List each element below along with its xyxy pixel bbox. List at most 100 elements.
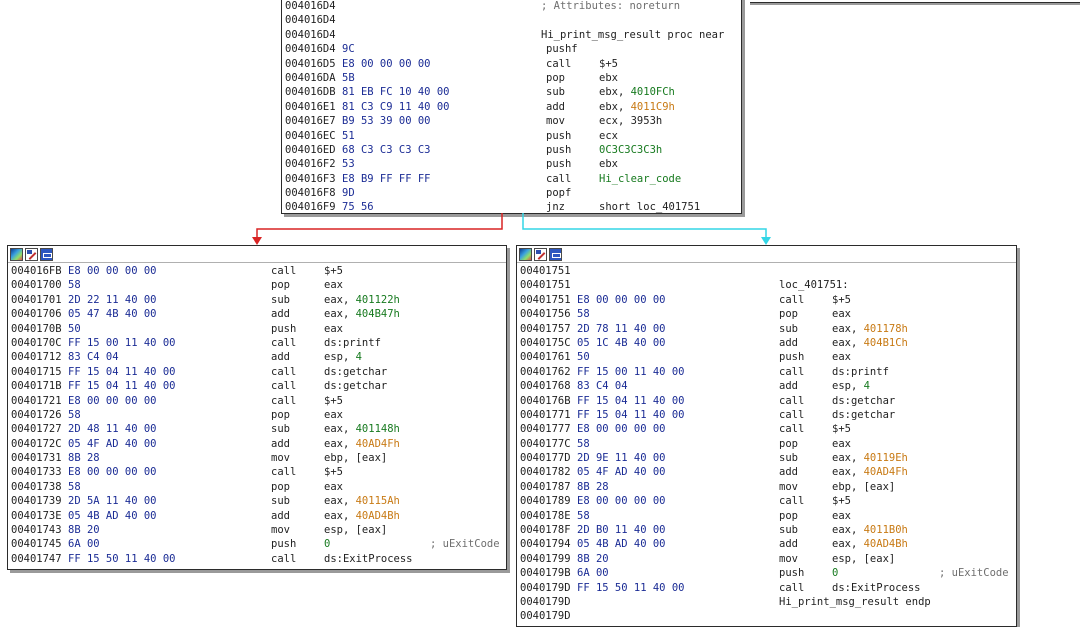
asm-line[interactable]: 00401726 58 pop eax — [8, 408, 506, 422]
label-text: Hi_print_msg_result proc near — [541, 28, 724, 42]
address: 00401701 — [11, 293, 62, 306]
asm-line[interactable]: 00401701 2D 22 11 40 00 sub eax, 401122h — [8, 293, 506, 307]
asm-line[interactable]: 00401756 58 pop eax — [517, 307, 1016, 321]
asm-line[interactable]: 00401738 58 pop eax — [8, 480, 506, 494]
asm-line[interactable]: 004016EC 51 push ecx — [282, 129, 741, 143]
asm-line[interactable]: 00401794 05 4B AD 40 00 add eax, 40AD4Bh — [517, 537, 1016, 551]
asm-line[interactable]: 0040170B 50 push eax — [8, 322, 506, 336]
asm-line[interactable]: 0040173E 05 4B AD 40 00 add eax, 40AD4Bh — [8, 509, 506, 523]
operands: $+5 — [832, 293, 851, 307]
offscreen-block-edge — [750, 0, 1080, 3]
address: 004016DA — [285, 71, 336, 84]
asm-line[interactable]: 00401771 FF 15 04 11 40 00 call ds:getchar — [517, 408, 1016, 422]
code-block-loc-401751[interactable]: 00401751 00401751 loc_401751: 00401751 E8 00… — [516, 245, 1017, 627]
graph-overview-icon[interactable] — [519, 247, 532, 261]
asm-line[interactable]: 004016DA 5B pop ebx — [282, 71, 741, 85]
asm-line[interactable]: 00401768 83 C4 04 add esp, 4 — [517, 379, 1016, 393]
asm-line[interactable]: 00401715 FF 15 04 11 40 00 call ds:getchar — [8, 365, 506, 379]
asm-line[interactable]: 004016D4 — [282, 13, 741, 27]
xref-icon[interactable] — [40, 247, 53, 261]
asm-line[interactable]: 0040170C FF 15 00 11 40 00 call ds:printf — [8, 336, 506, 350]
edit-icon[interactable] — [534, 247, 547, 261]
opcode-bytes: 2D 48 11 40 00 — [68, 423, 157, 436]
asm-line[interactable]: 00401712 83 C4 04 add esp, 4 — [8, 350, 506, 364]
asm-line[interactable]: 004016F9 75 56 jnz short loc_401751 — [282, 200, 741, 214]
asm-line[interactable]: 0040178E 58 pop eax — [517, 509, 1016, 523]
edit-icon[interactable] — [25, 247, 38, 261]
asm-line[interactable]: 00401777 E8 00 00 00 00 call $+5 — [517, 422, 1016, 436]
asm-line[interactable]: 00401745 6A 00 push 0 ; uExitCode — [8, 537, 506, 551]
mnemonic: add — [271, 437, 290, 450]
asm-line[interactable]: 0040176B FF 15 04 11 40 00 call ds:getchar — [517, 394, 1016, 408]
operand-token: ebx, — [599, 86, 631, 99]
mnemonic: pushf — [546, 43, 578, 56]
asm-line[interactable]: 00401721 E8 00 00 00 00 call $+5 — [8, 394, 506, 408]
opcode-bytes: E8 00 00 00 00 — [577, 495, 666, 508]
operand-token: ds:printf — [324, 336, 381, 349]
address: 004016F9 — [285, 201, 336, 214]
asm-line[interactable]: 00401733 E8 00 00 00 00 call $+5 — [8, 465, 506, 479]
asm-line[interactable]: 0040172C 05 4F AD 40 00 add eax, 40AD4Fh — [8, 437, 506, 451]
asm-line[interactable]: 0040179B 6A 00 push 0 ; uExitCode — [517, 566, 1016, 580]
asm-line[interactable]: 004016E1 81 C3 C9 11 40 00 add ebx, 4011C9h — [282, 100, 741, 114]
asm-line[interactable]: 00401706 05 47 4B 40 00 add eax, 404B47h — [8, 307, 506, 321]
opcode-bytes: 58 — [577, 509, 590, 522]
asm-line[interactable]: 0040175C 05 1C 4B 40 00 add eax, 404B1Ch — [517, 336, 1016, 350]
asm-line[interactable]: 0040179D — [517, 609, 1016, 623]
operand-token: 0C3C3C3C3h — [599, 143, 663, 156]
operand-token: $+5 — [832, 423, 851, 436]
asm-line[interactable]: 004016FB E8 00 00 00 00 call $+5 — [8, 264, 506, 278]
asm-line[interactable]: 00401747 FF 15 50 11 40 00 call ds:ExitProc… — [8, 552, 506, 566]
asm-line[interactable]: 004016ED 68 C3 C3 C3 C3 push 0C3C3C3C3h — [282, 143, 741, 157]
asm-line[interactable]: 00401757 2D 78 11 40 00 sub eax, 401178h — [517, 322, 1016, 336]
asm-line[interactable]: 00401789 E8 00 00 00 00 call $+5 — [517, 494, 1016, 508]
asm-line[interactable]: 0040178F 2D B0 11 40 00 sub eax, 4011B0h — [517, 523, 1016, 537]
operand-token: 0 — [832, 567, 839, 580]
address: 00401739 — [11, 495, 62, 508]
asm-line[interactable]: 00401751 loc_401751: — [517, 278, 1016, 292]
asm-line[interactable]: 00401731 8B 28 mov ebp, [eax] — [8, 451, 506, 465]
asm-line[interactable]: 004016DB 81 EB FC 10 40 00 sub ebx, 4010FCh — [282, 85, 741, 99]
xref-icon[interactable] — [549, 247, 562, 261]
asm-line[interactable]: 00401787 8B 28 mov ebp, [eax] — [517, 480, 1016, 494]
asm-line[interactable]: 0040179D FF 15 50 11 40 00 call ds:ExitProc… — [517, 581, 1016, 595]
asm-line[interactable]: 00401751 E8 00 00 00 00 call $+5 — [517, 293, 1016, 307]
address: 0040179D — [520, 581, 571, 594]
asm-line[interactable]: 004016D4 Hi_print_msg_result proc near — [282, 28, 741, 42]
asm-line[interactable]: 00401751 — [517, 264, 1016, 278]
mnemonic: add — [779, 336, 798, 349]
graph-overview-icon[interactable] — [10, 247, 23, 261]
operands: eax, 40AD4Bh — [324, 509, 400, 523]
operands: eax — [324, 480, 343, 494]
asm-line[interactable]: 004016D4 ; Attributes: noreturn — [282, 0, 741, 13]
opcode-bytes: FF 15 50 11 40 00 — [577, 581, 685, 594]
asm-line[interactable]: 0040177C 58 pop eax — [517, 437, 1016, 451]
asm-line[interactable]: 004016F3 E8 B9 FF FF FF call Hi_clear_code — [282, 172, 741, 186]
asm-line[interactable]: 00401727 2D 48 11 40 00 sub eax, 401148h — [8, 422, 506, 436]
address: 004016F2 — [285, 158, 336, 171]
asm-line[interactable]: 004016E7 B9 53 39 00 00 mov ecx, 3953h — [282, 114, 741, 128]
code-block-entry[interactable]: 004016D4; Attributes: noreturn 004016D4 00… — [281, 0, 742, 214]
asm-line[interactable]: 0040179D Hi_print_msg_result endp — [517, 595, 1016, 609]
code-block-fallthrough[interactable]: 004016FB E8 00 00 00 00 call $+5 00401700 58 p… — [7, 245, 507, 570]
asm-line[interactable]: 00401782 05 4F AD 40 00 add eax, 40AD4Fh — [517, 465, 1016, 479]
operand-token: eax, — [832, 452, 864, 465]
opcode-bytes: FF 15 00 11 40 00 — [577, 365, 685, 378]
address: 00401715 — [11, 365, 62, 378]
asm-line[interactable]: 004016F2 53 push ebx — [282, 157, 741, 171]
operand-token: 4010FCh — [630, 86, 675, 99]
asm-line[interactable]: 00401799 8B 20 mov esp, [eax] — [517, 552, 1016, 566]
opcode-bytes: 75 56 — [342, 201, 374, 214]
asm-line[interactable]: 004016D5 E8 00 00 00 00 call $+5 — [282, 57, 741, 71]
asm-line[interactable]: 00401739 2D 5A 11 40 00 sub eax, 40115Ah — [8, 494, 506, 508]
asm-line[interactable]: 00401743 8B 20 mov esp, [eax] — [8, 523, 506, 537]
asm-line[interactable]: 004016D4 9C pushf — [282, 42, 741, 56]
asm-line[interactable]: 00401761 50 push eax — [517, 350, 1016, 364]
operands: 0C3C3C3C3h — [599, 143, 662, 157]
asm-line[interactable]: 0040171B FF 15 04 11 40 00 call ds:getchar — [8, 379, 506, 393]
asm-line[interactable]: 00401700 58 pop eax — [8, 278, 506, 292]
asm-line[interactable]: 0040177D 2D 9E 11 40 00 sub eax, 40119Eh — [517, 451, 1016, 465]
mnemonic: call — [779, 581, 805, 594]
asm-line[interactable]: 004016F8 9D popf — [282, 186, 741, 200]
asm-line[interactable]: 00401762 FF 15 00 11 40 00 call ds:printf — [517, 365, 1016, 379]
